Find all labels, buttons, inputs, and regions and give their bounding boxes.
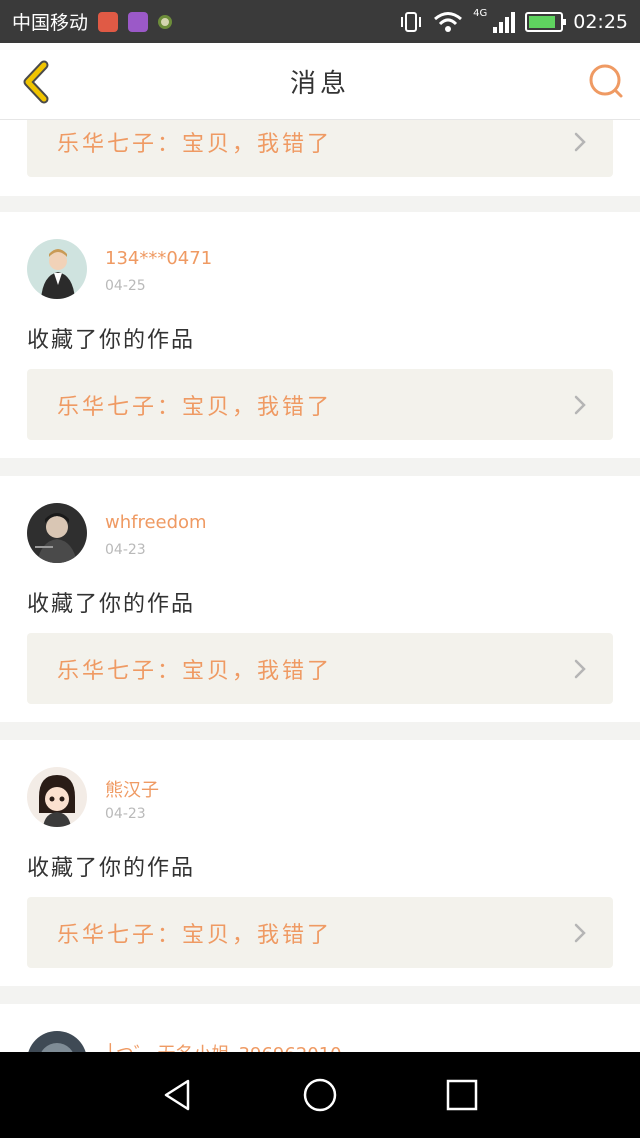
username[interactable]: whfreedom	[105, 512, 207, 533]
message-card[interactable]: whfreedom 04-23 收藏了你的作品 乐华七子：宝贝，我错了	[0, 476, 640, 722]
timestamp: 04-23	[105, 542, 146, 558]
header: 消息	[0, 43, 640, 120]
clock: 02:25	[573, 10, 628, 33]
gallery-icon	[128, 11, 149, 32]
message-card-partial-bottom[interactable]: ╰つ゛ 无名小姐_396962010	[0, 1004, 640, 1052]
work-link[interactable]: 乐华七子：宝贝，我错了	[27, 120, 613, 177]
avatar-image	[27, 1031, 87, 1052]
status-right: 4G 02:25	[399, 8, 628, 33]
username[interactable]: 熊汉子	[105, 776, 159, 802]
avatar[interactable]	[27, 239, 87, 299]
work-title: 乐华七子：宝贝，我错了	[57, 394, 333, 420]
avatar-image	[27, 239, 87, 299]
work-title: 乐华七子：宝贝，我错了	[57, 131, 333, 157]
timestamp: 04-25	[105, 278, 146, 294]
status-bar: 中国移动 4G 02:25	[0, 0, 640, 43]
action-text: 收藏了你的作品	[27, 592, 196, 617]
avatar[interactable]	[27, 1031, 87, 1052]
work-link[interactable]: 乐华七子：宝贝，我错了	[27, 897, 613, 968]
avatar[interactable]	[27, 767, 87, 827]
work-title: 乐华七子：宝贝，我错了	[57, 922, 333, 948]
signal-icon	[493, 11, 516, 33]
chevron-right-icon	[574, 923, 586, 943]
status-left: 中国移动	[12, 8, 399, 35]
work-title: 乐华七子：宝贝，我错了	[57, 658, 333, 684]
chevron-right-icon	[574, 132, 586, 152]
message-card[interactable]: 134***0471 04-25 收藏了你的作品 乐华七子：宝贝，我错了	[0, 212, 640, 458]
work-link[interactable]: 乐华七子：宝贝，我错了	[27, 369, 613, 440]
home-circle-icon[interactable]	[302, 1077, 338, 1113]
chevron-right-icon	[574, 395, 586, 415]
vibrate-icon	[401, 11, 422, 32]
battery-icon	[525, 11, 567, 32]
avatar-image	[27, 503, 87, 563]
timestamp: 04-23	[105, 806, 146, 822]
message-card-partial-top: 乐华七子：宝贝，我错了	[0, 120, 640, 196]
chevron-right-icon	[574, 659, 586, 679]
search-icon[interactable]	[586, 61, 626, 101]
page-title: 消息	[289, 68, 350, 99]
avatar-image	[27, 767, 87, 827]
username[interactable]: ╰つ゛ 无名小姐_396962010	[105, 1040, 342, 1052]
work-link[interactable]: 乐华七子：宝贝，我错了	[27, 633, 613, 704]
network-type: 4G	[473, 8, 488, 19]
action-text: 收藏了你的作品	[27, 856, 196, 881]
username[interactable]: 134***0471	[105, 248, 212, 269]
avatar[interactable]	[27, 503, 87, 563]
camera-dot-icon	[158, 14, 173, 29]
message-feed[interactable]: 乐华七子：宝贝，我错了 134***0471 04-25 收藏了你的作品 乐华七…	[0, 120, 640, 1052]
action-text: 收藏了你的作品	[27, 328, 196, 353]
message-card[interactable]: 熊汉子 04-23 收藏了你的作品 乐华七子：宝贝，我错了	[0, 740, 640, 986]
mail-icon	[98, 11, 119, 32]
wifi-icon	[434, 11, 463, 32]
chevron-left-icon[interactable]	[16, 59, 60, 105]
system-nav-bar	[0, 1052, 640, 1138]
recents-square-icon[interactable]	[444, 1077, 480, 1113]
back-triangle-icon[interactable]	[160, 1077, 196, 1113]
carrier-label: 中国移动	[12, 12, 89, 34]
